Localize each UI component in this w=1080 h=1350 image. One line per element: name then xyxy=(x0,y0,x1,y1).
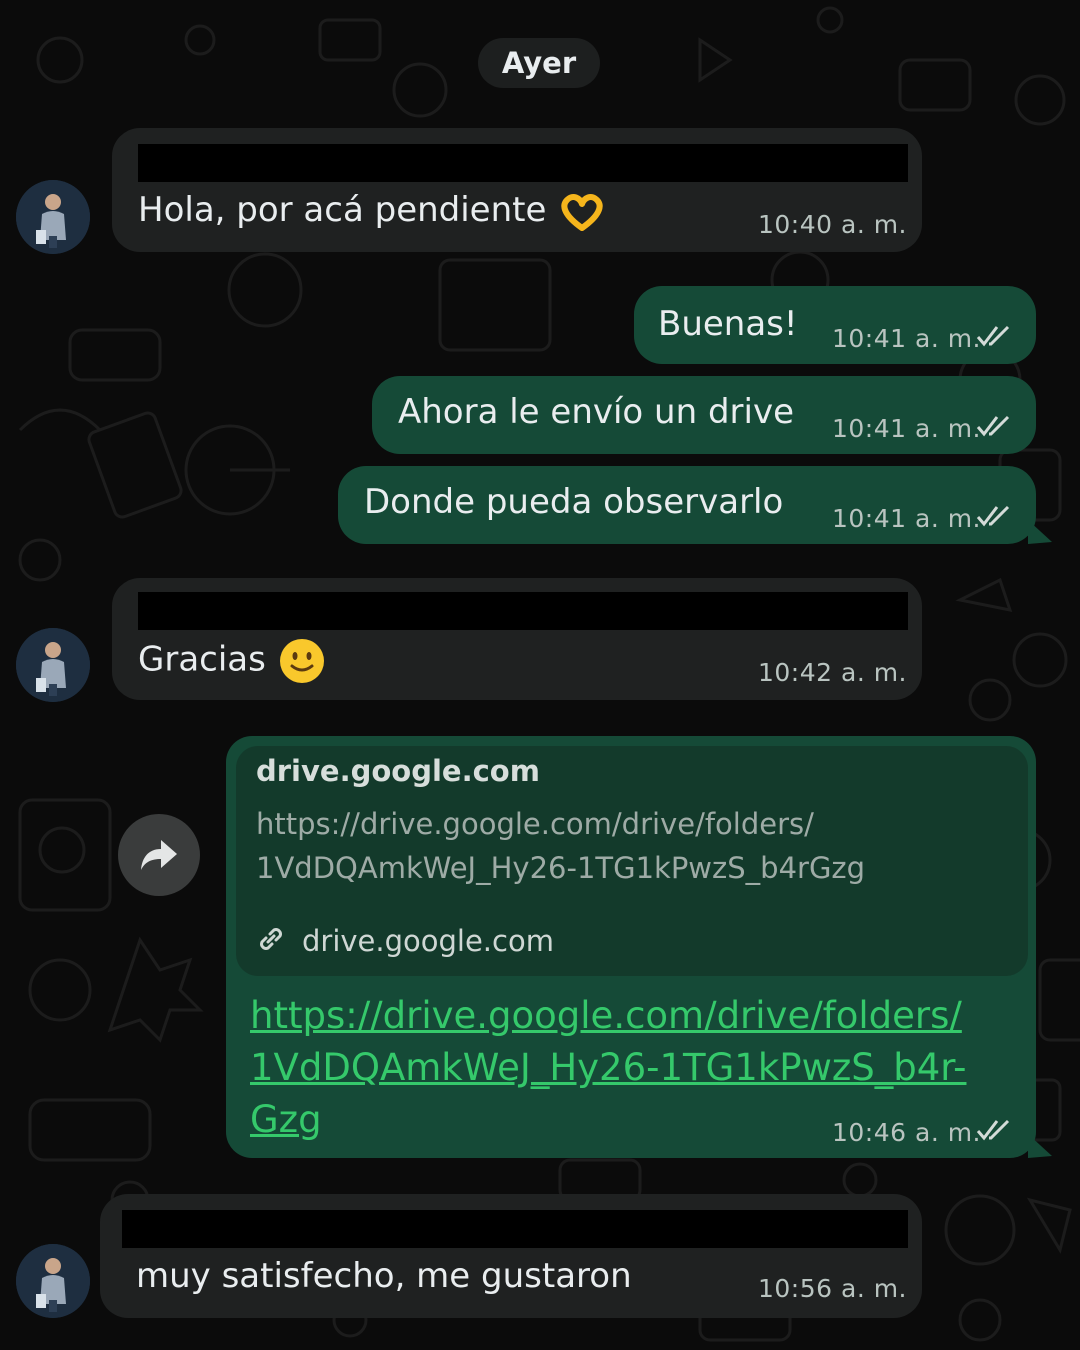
avatar-person-icon xyxy=(16,180,90,254)
link-preview-card[interactable]: drive.google.com https://drive.google.co… xyxy=(236,746,1028,976)
link-preview-url-line: https://drive.google.com/drive/folders/ xyxy=(256,807,814,841)
contact-avatar[interactable] xyxy=(16,180,90,254)
outgoing-message-bubble[interactable]: Donde pueda observarlo 10:41 a. m. xyxy=(338,466,1036,544)
redacted-sender-name xyxy=(138,144,908,182)
outgoing-message-bubble[interactable]: Ahora le envío un drive 10:41 a. m. xyxy=(372,376,1036,454)
forward-arrow-icon xyxy=(141,840,177,870)
message-text: Hola, por acá pendiente xyxy=(138,190,547,230)
bubble-tail xyxy=(1028,1134,1052,1158)
bubble-tail xyxy=(1028,520,1052,544)
incoming-message-bubble[interactable]: Gracias 10:42 a. m. xyxy=(112,578,922,700)
message-text: Donde pueda observarlo xyxy=(364,482,784,522)
double-check-icon xyxy=(976,505,1010,527)
message-time: 10:46 a. m. xyxy=(832,1118,982,1147)
link-preview-site: drive.google.com xyxy=(302,924,554,958)
contact-avatar[interactable] xyxy=(16,1244,90,1318)
link-preview-url-line: 1VdDQAmkWeJ_Hy26-1TG1kPwzS_b4rGzg xyxy=(256,851,866,885)
outgoing-message-bubble[interactable]: Buenas! 10:41 a. m. xyxy=(634,286,1036,364)
chain-link-icon xyxy=(260,928,282,950)
heart-hands-emoji-icon xyxy=(561,193,603,231)
avatar-person-icon xyxy=(16,628,90,702)
contact-avatar[interactable] xyxy=(16,628,90,702)
incoming-message-bubble[interactable]: muy satisfecho, me gustaron 10:56 a. m. xyxy=(100,1194,922,1318)
date-separator: Ayer xyxy=(478,38,600,88)
message-link-line[interactable]: 1VdDQAmkWeJ_Hy26-1TG1kPwzS_b4r- xyxy=(250,1042,966,1094)
incoming-message-bubble[interactable]: Hola, por acá pendiente 10:40 a. m. xyxy=(112,128,922,252)
avatar-person-icon xyxy=(16,1244,90,1318)
message-time: 10:41 a. m. xyxy=(832,414,982,443)
message-text: muy satisfecho, me gustaron xyxy=(136,1256,632,1296)
double-check-icon xyxy=(976,415,1010,437)
forward-button[interactable] xyxy=(118,814,200,896)
message-time: 10:41 a. m. xyxy=(832,504,982,533)
message-time: 10:42 a. m. xyxy=(758,658,908,687)
double-check-icon xyxy=(976,325,1010,347)
message-text-row: Hola, por acá pendiente xyxy=(138,190,607,232)
slightly-smiling-face-emoji-icon xyxy=(279,639,324,683)
link-preview-url: https://drive.google.com/drive/folders/ … xyxy=(256,802,996,890)
message-time: 10:41 a. m. xyxy=(832,324,982,353)
redacted-sender-name xyxy=(138,592,908,630)
message-text: Gracias xyxy=(138,639,266,680)
message-link-line[interactable]: https://drive.google.com/drive/folders/ xyxy=(250,990,966,1042)
message-text: Ahora le envío un drive xyxy=(398,392,794,432)
message-text: Buenas! xyxy=(658,304,798,344)
double-check-icon xyxy=(976,1119,1010,1141)
message-text-row: Gracias xyxy=(138,636,327,686)
message-time: 10:40 a. m. xyxy=(758,210,908,239)
message-time: 10:56 a. m. xyxy=(758,1274,908,1303)
link-preview-title: drive.google.com xyxy=(256,754,540,788)
redacted-sender-name xyxy=(122,1210,908,1248)
